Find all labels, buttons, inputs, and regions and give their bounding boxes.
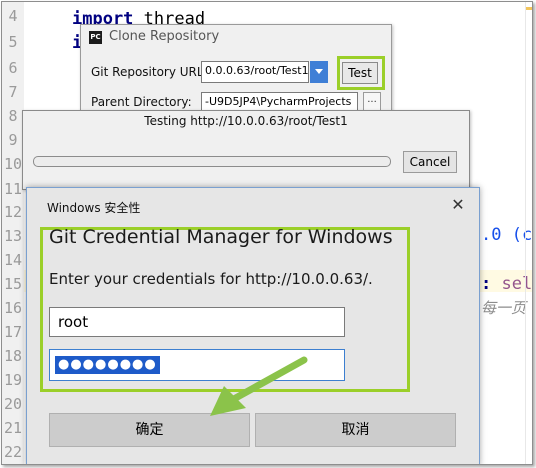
test-button[interactable]: Test [342,62,378,84]
line-number: 8 [8,107,18,125]
line-number: 6 [8,59,18,77]
url-history-dropdown[interactable] [310,61,328,83]
line-number: 12 [3,203,23,221]
close-icon[interactable]: ✕ [447,194,469,216]
repository-url-label: Git Repository URL: [91,65,208,79]
line-number: 9 [8,131,18,149]
line-number: 17 [3,323,23,341]
annotation-arrow-icon [210,356,308,416]
screenshot-root: 4 5 6 7 8 9 10 11 12 13 14 15 16 17 18 1… [0,0,536,468]
testing-connection-dialog: Testing http://10.0.0.63/root/Test1 Canc… [22,110,470,190]
line-number: 4 [8,7,18,25]
line-number: 7 [8,83,18,101]
colon-token: : [481,274,492,294]
line-number: 11 [3,180,23,198]
line-number-gutter: 4 5 6 7 8 9 10 11 12 13 14 15 16 17 18 1… [2,2,24,464]
progress-bar [33,156,391,167]
line-number: 22 [3,443,23,461]
line-number: 10 [3,155,23,173]
parent-directory-label: Parent Directory: [91,95,192,109]
clone-dialog-titlebar: PC Clone Repository [81,25,391,51]
line-number: 15 [3,275,23,293]
line-number: 18 [3,347,23,365]
security-dialog-title: Windows 安全性 [47,201,141,215]
username-field[interactable]: root [49,307,345,337]
password-mask: ●●●●●●●● [55,356,160,374]
credentials-prompt: Enter your credentials for http://10.0.0… [49,270,373,288]
chevron-down-icon [315,69,323,74]
code-fragment-comment: 每一页 [481,299,527,317]
line-number: 16 [3,299,23,317]
credential-manager-heading: Git Credential Manager for Windows [49,226,393,248]
right-margin-guide [525,2,526,464]
pycharm-icon: PC [89,31,102,44]
username-value: root [58,313,89,331]
testing-dialog-title: Testing http://10.0.0.63/root/Test1 [144,114,348,128]
browse-button[interactable]: ... [363,92,381,112]
repository-url-input[interactable]: 0.0.0.63/root/Test1 [201,61,309,83]
line-number: 13 [3,227,23,245]
self-token: sel [501,274,533,294]
line-number: 5 [8,33,18,51]
repository-url-value: 0.0.0.63/root/Test1 [205,64,309,77]
ide-window: 4 5 6 7 8 9 10 11 12 13 14 15 16 17 18 1… [1,1,533,465]
testing-cancel-button[interactable]: Cancel [403,151,457,173]
line-number: 19 [3,371,23,389]
parent-directory-value: -U9D5JP4\PycharmProjects [205,95,352,108]
scrollbar-marker [526,7,532,10]
line-number: 20 [3,395,23,413]
line-number: 14 [3,251,23,269]
line-number: 21 [3,419,23,437]
clone-repository-dialog: PC Clone Repository Git Repository URL: … [80,24,392,122]
clone-dialog-title: Clone Repository [109,29,220,44]
